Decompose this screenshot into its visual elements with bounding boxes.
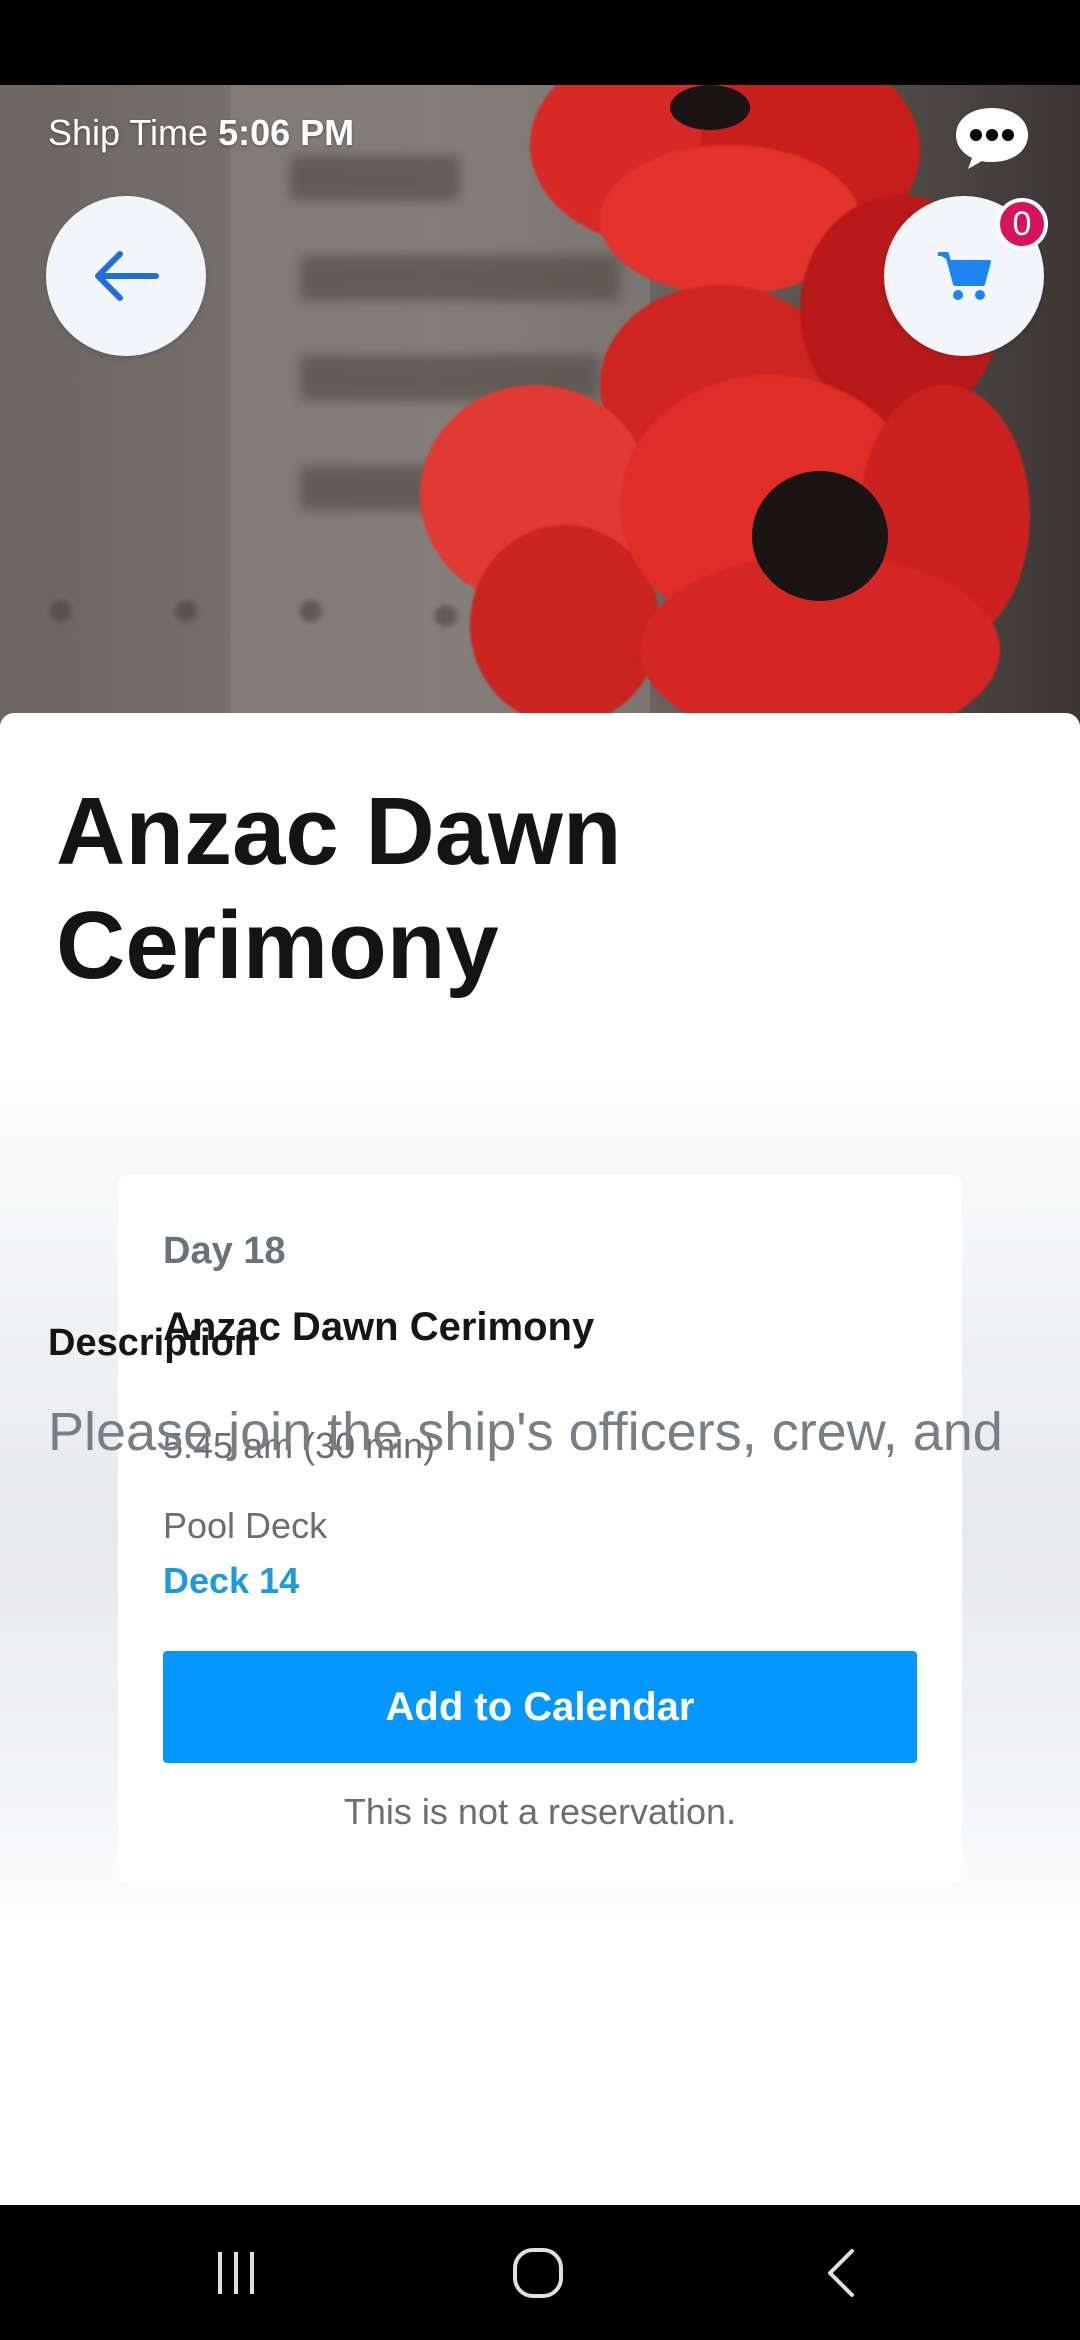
back-button[interactable] [46,196,206,356]
home-button[interactable] [498,2243,578,2303]
chat-button[interactable] [952,104,1032,172]
engraving [300,255,620,301]
home-icon [513,2248,563,2298]
rivet [435,605,457,627]
system-back-button[interactable] [802,2243,882,2303]
event-location: Pool Deck [163,1505,328,1546]
page-title: Anzac Dawn Cerimony [56,778,622,999]
status-bar [0,0,1080,85]
engraving [290,155,460,201]
event-day: Day 18 [163,1230,286,1272]
ship-time-label: Ship Time [48,112,209,153]
description-heading: Description [48,1322,258,1364]
arrow-left-icon [95,251,159,301]
poppy-center [670,85,750,130]
rivet [300,600,322,622]
deck-link[interactable]: Deck 14 [163,1560,299,1602]
system-nav-bar [0,2205,1080,2340]
add-to-calendar-button[interactable]: Add to Calendar [163,1651,917,1763]
reservation-note: This is not a reservation. [343,1791,737,1832]
poppy-center [752,471,888,601]
chat-bubble-icon [956,108,1028,169]
cart-count-badge: 0 [996,198,1048,250]
shopping-cart-icon [938,252,991,300]
ship-time: Ship Time 5:06 PM [48,112,354,154]
rivet [50,600,72,622]
description-text: Please join the ship's officers, crew, a… [48,1402,1003,1462]
hero-image [0,85,1080,725]
event-card: Day 18 Anzac Dawn Cerimony 5:45 am (30 m… [118,1175,962,1883]
rivet [175,600,197,622]
ship-time-value: 5:06 PM [218,112,355,153]
recent-apps-icon [218,2252,254,2294]
system-back-icon [828,2249,854,2297]
recent-apps-button[interactable] [196,2243,276,2303]
